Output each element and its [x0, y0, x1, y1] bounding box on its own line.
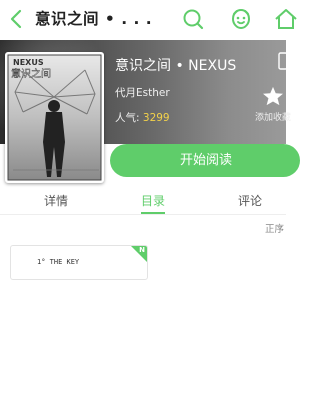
tab-details[interactable]: 详情 [44, 192, 68, 209]
back-arrow-icon[interactable] [6, 8, 28, 30]
top-bar: 意识之间 • . . . [0, 0, 297, 40]
more-icon[interactable] [278, 52, 288, 70]
popularity: 人气: 3299 [115, 110, 170, 125]
book-cover: NEXUS 意识之间 [5, 52, 104, 183]
sort-order-toggle[interactable]: 正序 [265, 221, 284, 235]
active-tab-indicator [141, 212, 165, 214]
chapter-item[interactable]: 1° THE KEY N [10, 245, 148, 280]
home-icon[interactable] [274, 7, 298, 31]
book-title: 意识之间 • NEXUS [115, 58, 237, 74]
face-icon[interactable] [229, 7, 253, 31]
tab-catalog[interactable]: 目录 [141, 192, 165, 209]
chapter-label: 1° THE KEY [37, 258, 80, 266]
add-favorite-label[interactable]: 添加收藏 [255, 110, 291, 123]
popularity-value: 3299 [142, 112, 170, 124]
book-author: 代月Esther [115, 87, 170, 99]
star-icon[interactable] [262, 86, 284, 106]
new-badge-label: N [139, 246, 145, 254]
cover-title: NEXUS [13, 58, 44, 67]
search-icon[interactable] [181, 7, 205, 31]
tab-bar: 详情 目录 评论 [0, 183, 286, 215]
popularity-label: 人气: [115, 112, 140, 124]
cover-subtitle: 意识之间 [11, 67, 51, 80]
tab-comments[interactable]: 评论 [238, 192, 262, 209]
page-title: 意识之间 • . . . [35, 10, 153, 28]
start-reading-button[interactable]: 开始阅读 [110, 144, 300, 177]
